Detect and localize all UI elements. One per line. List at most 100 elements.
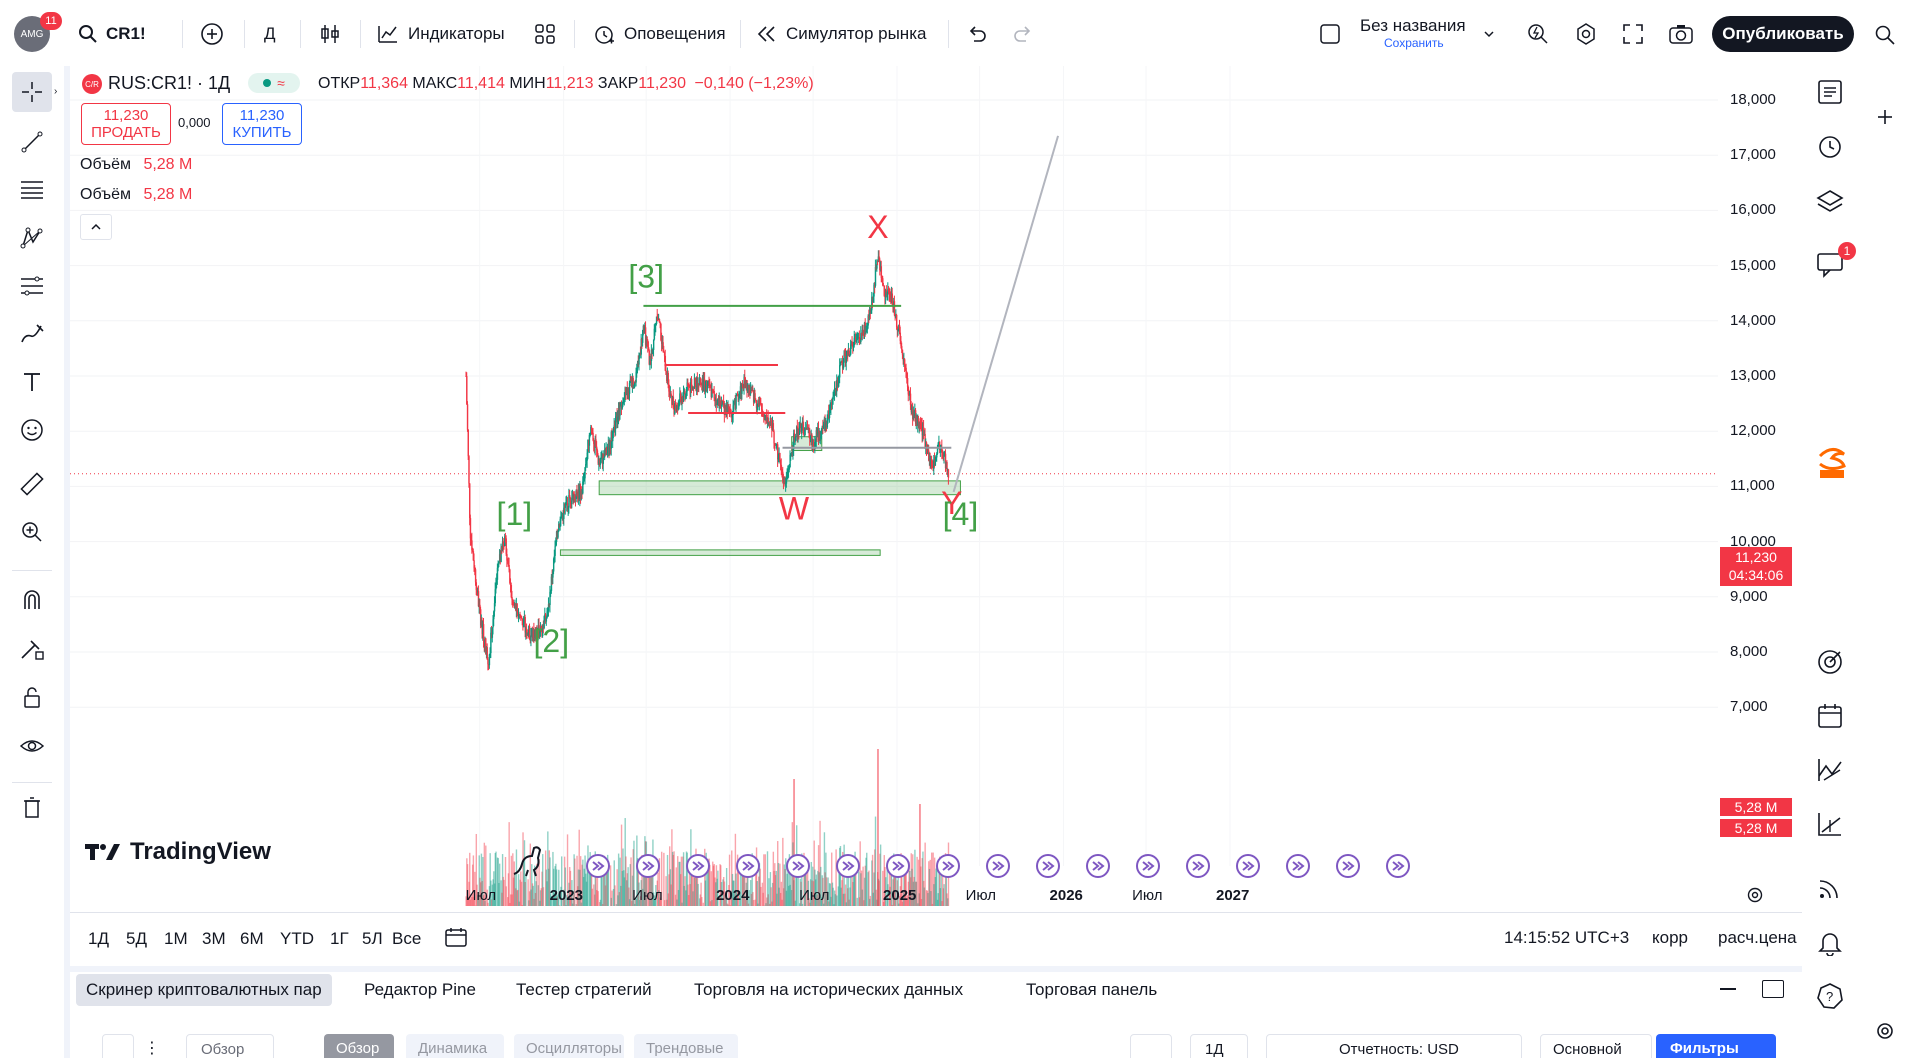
range-button-6М[interactable]: 6М	[240, 929, 264, 949]
range-button-1Г[interactable]: 1Г	[330, 929, 349, 949]
range-button-5Л[interactable]: 5Л	[362, 929, 383, 949]
forecast-tool[interactable]	[12, 266, 52, 306]
range-button-3М[interactable]: 3М	[202, 929, 226, 949]
overview-chip[interactable]: Обзор	[324, 1034, 394, 1058]
filters-button[interactable]: Фильтры	[1656, 1034, 1776, 1058]
trendline-tool[interactable]	[12, 122, 52, 162]
range-button-1М[interactable]: 1М	[164, 929, 188, 949]
chart-canvas[interactable]: [1][2][3]XW Y[4]	[70, 66, 1802, 906]
notifications-button[interactable]	[1816, 928, 1844, 959]
wave-label[interactable]: [3]	[628, 259, 664, 295]
remove-drawings-tool[interactable]	[12, 788, 52, 828]
alerts-button[interactable]: Оповещения	[592, 20, 726, 48]
tool-expand-arrow[interactable]: ›	[54, 86, 57, 97]
clock-timezone[interactable]: 14:15:52 UTC+3	[1504, 928, 1629, 948]
lock-drawing-tool[interactable]	[12, 630, 52, 670]
symbol-title[interactable]: RUS:CR1! · 1Д	[108, 73, 230, 94]
collapse-legend-button[interactable]	[80, 214, 112, 240]
chart-type-button[interactable]	[318, 20, 342, 48]
layout-toggle-button[interactable]	[1318, 20, 1342, 48]
goto-date-button[interactable]	[444, 926, 468, 951]
emoji-tool[interactable]	[12, 410, 52, 450]
maximize-panel-button[interactable]	[1762, 980, 1784, 998]
dino-icon[interactable]	[510, 842, 546, 881]
brush-tool[interactable]	[12, 314, 52, 354]
market-status-badge[interactable]: ≈	[248, 73, 300, 93]
main-select[interactable]: Основной	[1540, 1034, 1652, 1058]
range-button-YTD[interactable]: YTD	[280, 929, 314, 949]
tradingview-logo[interactable]: TradingView	[84, 838, 271, 866]
period-select[interactable]: 1Д	[1190, 1034, 1248, 1058]
quick-search-button[interactable]	[1526, 20, 1550, 48]
fullscreen-button[interactable]	[1622, 20, 1644, 48]
wave-label[interactable]: [4]	[943, 496, 979, 532]
visibility-tool[interactable]	[12, 726, 52, 766]
volume-legend-2[interactable]: Объём 5,28 M	[80, 186, 192, 204]
overview-select[interactable]: Обзор	[186, 1034, 274, 1058]
adjust-button[interactable]: корр	[1652, 928, 1688, 948]
interval-button[interactable]: Д	[264, 20, 276, 48]
range-button-1Д[interactable]: 1Д	[88, 929, 109, 949]
add-symbol-button[interactable]	[200, 20, 224, 48]
hotlist-button[interactable]	[1816, 648, 1844, 679]
snapshot-button[interactable]	[1668, 20, 1694, 48]
screeners-button[interactable]	[1816, 810, 1844, 841]
object-tree-button[interactable]	[1816, 188, 1844, 219]
browser-search-button[interactable]	[1874, 24, 1896, 49]
report-currency-select[interactable]: Отчетность: USD	[1266, 1034, 1522, 1058]
range-button-Все[interactable]: Все	[392, 929, 421, 949]
zoom-tool[interactable]	[12, 512, 52, 552]
replay-button[interactable]: Симулятор рынка	[756, 20, 926, 48]
wave-label[interactable]: W	[779, 491, 810, 527]
help-button[interactable]: ?	[1816, 982, 1844, 1013]
calendar-button[interactable]	[1816, 702, 1844, 733]
undo-button[interactable]	[966, 20, 988, 48]
streams-button[interactable]	[1816, 874, 1844, 905]
minimize-panel-button[interactable]	[1720, 988, 1736, 990]
ruler-tool[interactable]	[12, 464, 52, 504]
symbol-search-button[interactable]: CR1!	[78, 20, 146, 48]
layout-name-button[interactable]: Без названия Сохранить	[1360, 16, 1490, 52]
time-axis[interactable]: Июл 2023 Июл 2024 Июл 2025 Июл 2026 Июл 2027	[70, 880, 1720, 910]
partner-app-button[interactable]	[1814, 442, 1850, 480]
layout-dropdown[interactable]	[1482, 20, 1496, 48]
bottom-tab[interactable]: Торговля на исторических данных	[694, 980, 963, 1000]
publish-button[interactable]: Опубликовать	[1712, 16, 1854, 52]
alerts-panel-button[interactable]	[1816, 132, 1844, 163]
fib-tool[interactable]	[12, 170, 52, 210]
menu-dots-button[interactable]: ⋮	[144, 1038, 160, 1058]
columns-button[interactable]	[280, 1034, 312, 1058]
text-tool[interactable]	[12, 362, 52, 402]
redo-button[interactable]	[1012, 20, 1034, 48]
range-button-5Д[interactable]: 5Д	[126, 929, 147, 949]
watchlist-button[interactable]	[1816, 78, 1844, 109]
ideas-button[interactable]	[1816, 756, 1844, 787]
trend-chip[interactable]: Трендовые	[634, 1034, 738, 1058]
wave-label[interactable]: X	[867, 209, 888, 245]
crosshair-tool[interactable]	[12, 72, 52, 112]
bottom-tab[interactable]: Тестер стратегий	[516, 980, 652, 1000]
browser-settings-button[interactable]	[1874, 1020, 1896, 1045]
lock-tool[interactable]	[12, 678, 52, 718]
sell-button[interactable]: 11,230 ПРОДАТЬ	[81, 103, 171, 145]
templates-button[interactable]	[534, 20, 556, 48]
bottom-tab[interactable]: Торговая панель	[1026, 980, 1157, 1000]
bottom-tab[interactable]: Скринер криптовалютных пар	[76, 974, 332, 1006]
settlement-button[interactable]: расч.цена	[1718, 928, 1797, 948]
buy-button[interactable]: 11,230 КУПИТЬ	[222, 103, 302, 145]
settings-button[interactable]	[1574, 20, 1598, 48]
dynamics-chip[interactable]: Динамика	[406, 1034, 504, 1058]
axis-settings-button[interactable]	[1746, 886, 1764, 907]
price-axis[interactable]: 18,000 17,000 16,000 15,000 14,000 13,000 12,0…	[1720, 66, 1800, 886]
indicators-button[interactable]: Индикаторы	[376, 20, 505, 48]
wave-label[interactable]: [2]	[534, 623, 570, 659]
download-button[interactable]	[1130, 1034, 1172, 1058]
refresh-button[interactable]	[102, 1034, 134, 1058]
magnet-tool[interactable]	[12, 580, 52, 620]
pattern-tool[interactable]	[12, 218, 52, 258]
wave-label[interactable]: [1]	[497, 496, 533, 532]
chart-pane[interactable]: [1] [2] [3] X W Y [4]	[70, 66, 1802, 966]
oscillators-chip[interactable]: Осцилляторы	[514, 1034, 624, 1058]
volume-legend-1[interactable]: Объём 5,28 M	[80, 156, 192, 174]
bottom-tab[interactable]: Редактор Pine	[364, 980, 476, 1000]
